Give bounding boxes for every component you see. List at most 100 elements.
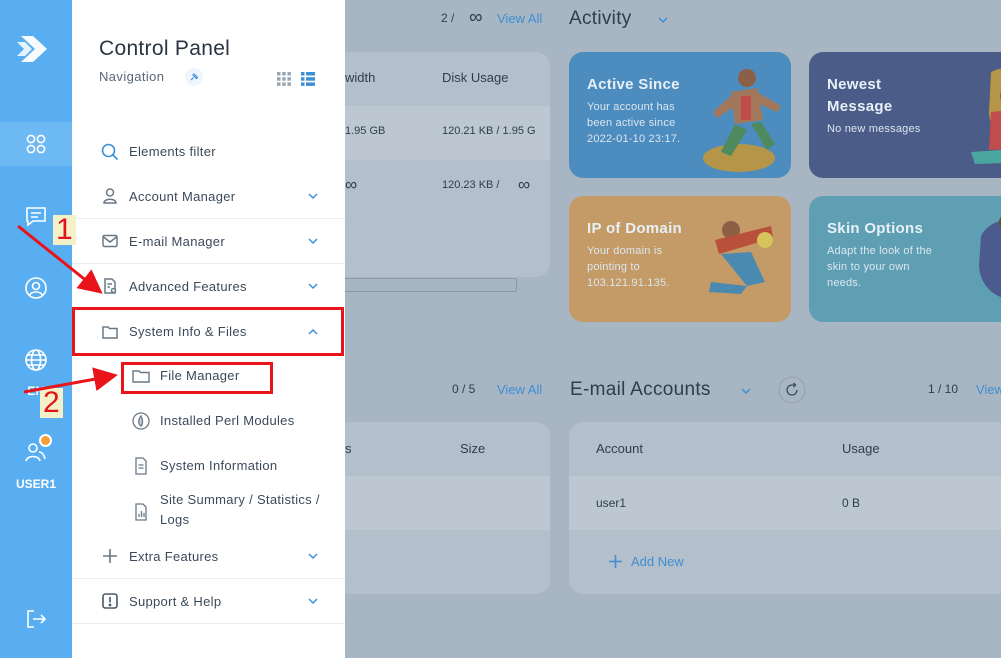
card-skin-options[interactable]: Skin Options Adapt the look of the skin … xyxy=(809,196,1001,322)
step-2-label: 2 xyxy=(40,388,63,418)
card-title: Newest Message xyxy=(827,74,892,118)
column-header-size: Size xyxy=(460,441,486,456)
card-desc: Adapt the look of the xyxy=(827,245,933,257)
nav-section-label: Advanced Features xyxy=(129,278,247,294)
column-header-usage: Usage xyxy=(842,441,880,456)
card-desc: skin to your own xyxy=(827,261,910,273)
submenu-label: Installed Perl Modules xyxy=(160,413,295,428)
horizontal-scrollbar[interactable] xyxy=(345,278,517,292)
grid-view-icon[interactable] xyxy=(277,72,291,86)
card-newest-message[interactable]: Newest Message No new messages xyxy=(809,52,1001,178)
card-desc: Your domain is xyxy=(587,245,663,257)
logo-icon[interactable] xyxy=(17,30,53,68)
nav-section-extra-features[interactable]: Extra Features xyxy=(72,534,345,579)
submenu-system-information[interactable]: System Information xyxy=(72,455,345,477)
list-view-icon[interactable] xyxy=(301,72,315,86)
card-active-since[interactable]: Active Since Your account has been activ… xyxy=(569,52,791,178)
card-desc: been active since xyxy=(587,117,676,129)
search-icon xyxy=(101,143,119,160)
submenu-label: Site Summary / Statistics / Logs xyxy=(160,490,320,530)
card-title: Active Since xyxy=(587,76,680,93)
pin-icon[interactable] xyxy=(185,68,203,86)
stats-icon xyxy=(135,503,147,521)
cell-account[interactable]: user1 xyxy=(596,496,626,510)
dashboard-icon[interactable] xyxy=(0,122,72,166)
submenu-label-line2: Logs xyxy=(160,512,190,527)
chevron-down-icon xyxy=(308,238,318,245)
nav-section-label: Account Manager xyxy=(129,188,236,204)
nav-section-support-help[interactable]: Support & Help xyxy=(72,579,345,624)
elements-filter-label: Elements filter xyxy=(129,144,216,159)
icon-rail: EN USER1 xyxy=(0,0,72,658)
email-accounts-title: E-mail Accounts xyxy=(570,379,711,400)
file-gear-icon xyxy=(104,278,117,294)
users-icon[interactable] xyxy=(0,430,72,474)
chevron-down-icon xyxy=(308,193,318,200)
card-desc: needs. xyxy=(827,277,862,289)
files-view-all-link[interactable]: View All xyxy=(497,382,542,397)
usage-view-all-link[interactable]: View All xyxy=(497,11,542,26)
card-desc: pointing to xyxy=(587,261,640,273)
plus-icon[interactable] xyxy=(608,554,623,569)
email-view-all-link[interactable]: View xyxy=(976,382,1001,397)
elements-filter[interactable]: Elements filter xyxy=(72,129,345,174)
painter-illustration xyxy=(979,216,1001,298)
nav-section-email-manager[interactable]: E-mail Manager xyxy=(72,219,345,264)
card-title: Skin Options xyxy=(827,220,924,237)
column-header-account: Account xyxy=(596,441,643,456)
card-title-line2: Message xyxy=(827,98,893,115)
runner-illustration xyxy=(703,69,781,172)
reader-illustration xyxy=(971,68,1001,164)
cell-usage: 0 B xyxy=(842,496,861,510)
column-header-disk-usage: Disk Usage xyxy=(442,70,509,85)
plus-icon xyxy=(103,549,117,563)
table-row xyxy=(569,476,1001,530)
table-row xyxy=(345,476,550,530)
email-counter: 1 / 10 xyxy=(928,382,959,396)
activity-title: Activity xyxy=(569,8,632,29)
highlight-file-manager xyxy=(121,362,273,394)
submenu-installed-perl-modules[interactable]: Installed Perl Modules xyxy=(72,410,345,432)
usage-table xyxy=(345,52,550,277)
card-ip-of-domain[interactable]: IP of Domain Your domain is pointing to … xyxy=(569,196,791,322)
usage-counter: 2 / xyxy=(441,11,455,25)
chevron-down-icon[interactable] xyxy=(657,14,669,26)
card-desc: 103.121.91.135. xyxy=(587,277,670,289)
card-title-line1: Newest xyxy=(827,76,882,93)
files-counter: 0 / 5 xyxy=(452,382,476,396)
logout-icon[interactable] xyxy=(0,597,72,641)
nav-section-label: E-mail Manager xyxy=(129,233,225,249)
nav-section-account-manager[interactable]: Account Manager xyxy=(72,174,345,219)
add-new-button[interactable]: Add New xyxy=(631,554,684,569)
submenu-label-line1: Site Summary / Statistics / xyxy=(160,492,320,507)
card-desc: Your account has xyxy=(587,101,675,113)
card-title: IP of Domain xyxy=(587,220,682,237)
nav-section-label: Extra Features xyxy=(129,548,219,564)
cell-disk-usage: 120.21 KB / 1.95 G xyxy=(442,125,536,137)
envelope-icon xyxy=(102,234,118,248)
column-header-bandwidth: width xyxy=(345,70,376,85)
nav-section-label: Support & Help xyxy=(129,593,222,609)
cell-disk-usage-infinity: ∞ xyxy=(518,175,531,194)
user-label[interactable]: USER1 xyxy=(0,477,72,491)
chevron-down-icon[interactable] xyxy=(740,385,752,397)
panel-subtitle: Navigation xyxy=(99,69,165,84)
chevron-down-icon xyxy=(308,553,318,560)
step-1-label: 1 xyxy=(53,215,76,245)
notification-badge xyxy=(39,434,52,447)
column-header: s xyxy=(345,441,352,456)
submenu-label: System Information xyxy=(160,458,278,473)
submenu-site-summary[interactable]: Site Summary / Statistics / Logs xyxy=(72,490,345,532)
exclamation-icon xyxy=(102,593,118,609)
document-icon xyxy=(135,457,147,475)
chevron-down-icon xyxy=(308,598,318,605)
account-icon[interactable] xyxy=(0,266,72,310)
chevron-down-icon xyxy=(308,283,318,290)
globe-icon[interactable] xyxy=(0,338,72,382)
nav-section-advanced-features[interactable]: Advanced Features xyxy=(72,264,345,309)
cell-bandwidth: ∞ xyxy=(345,175,358,194)
refresh-icon[interactable] xyxy=(778,376,806,404)
user-icon xyxy=(103,188,117,204)
highlight-system-info-files xyxy=(72,307,344,356)
perl-icon xyxy=(132,412,150,430)
